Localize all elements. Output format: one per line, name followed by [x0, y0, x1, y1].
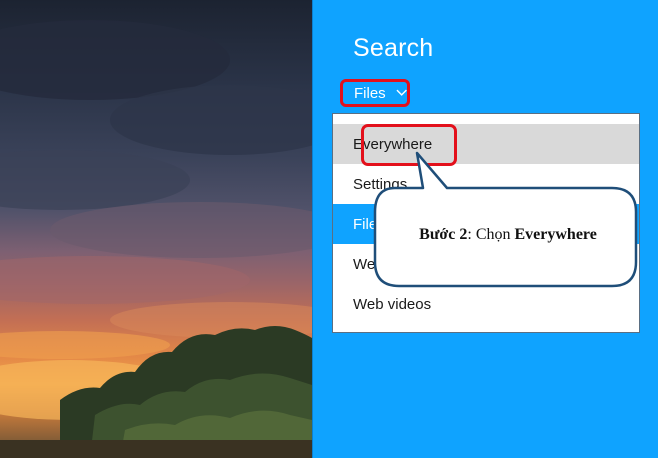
menu-item-web-videos[interactable]: Web videos	[333, 284, 639, 324]
screen: Search Files Everywhere Settings Files W…	[0, 0, 658, 458]
menu-item-label: Settings	[353, 175, 408, 193]
menu-item-label: Everywhere	[353, 135, 433, 153]
callout-action: Chọn	[475, 226, 515, 243]
menu-item-label: Web images	[353, 255, 437, 273]
search-charm-pane: Search Files Everywhere Settings Files W…	[313, 0, 658, 458]
menu-item-settings[interactable]: Settings	[333, 164, 639, 204]
callout-text: Bước 2: Chọn Everywhere	[378, 226, 638, 244]
chevron-down-icon	[396, 89, 407, 96]
menu-item-everywhere[interactable]: Everywhere	[333, 124, 639, 164]
wallpaper-scene	[0, 20, 312, 458]
menu-item-web-images[interactable]: Web images	[333, 244, 639, 284]
callout-step: Bước 2	[419, 226, 468, 243]
desktop-wallpaper	[0, 0, 312, 458]
search-scope-dropdown[interactable]: Files	[340, 79, 410, 107]
search-scope-menu: Everywhere Settings Files Web images Web…	[332, 113, 640, 333]
callout-target: Everywhere	[514, 226, 597, 243]
search-title: Search	[353, 34, 434, 62]
menu-item-label: Web videos	[353, 295, 432, 313]
search-scope-label: Files	[354, 84, 386, 102]
callout-separator: :	[467, 226, 476, 243]
